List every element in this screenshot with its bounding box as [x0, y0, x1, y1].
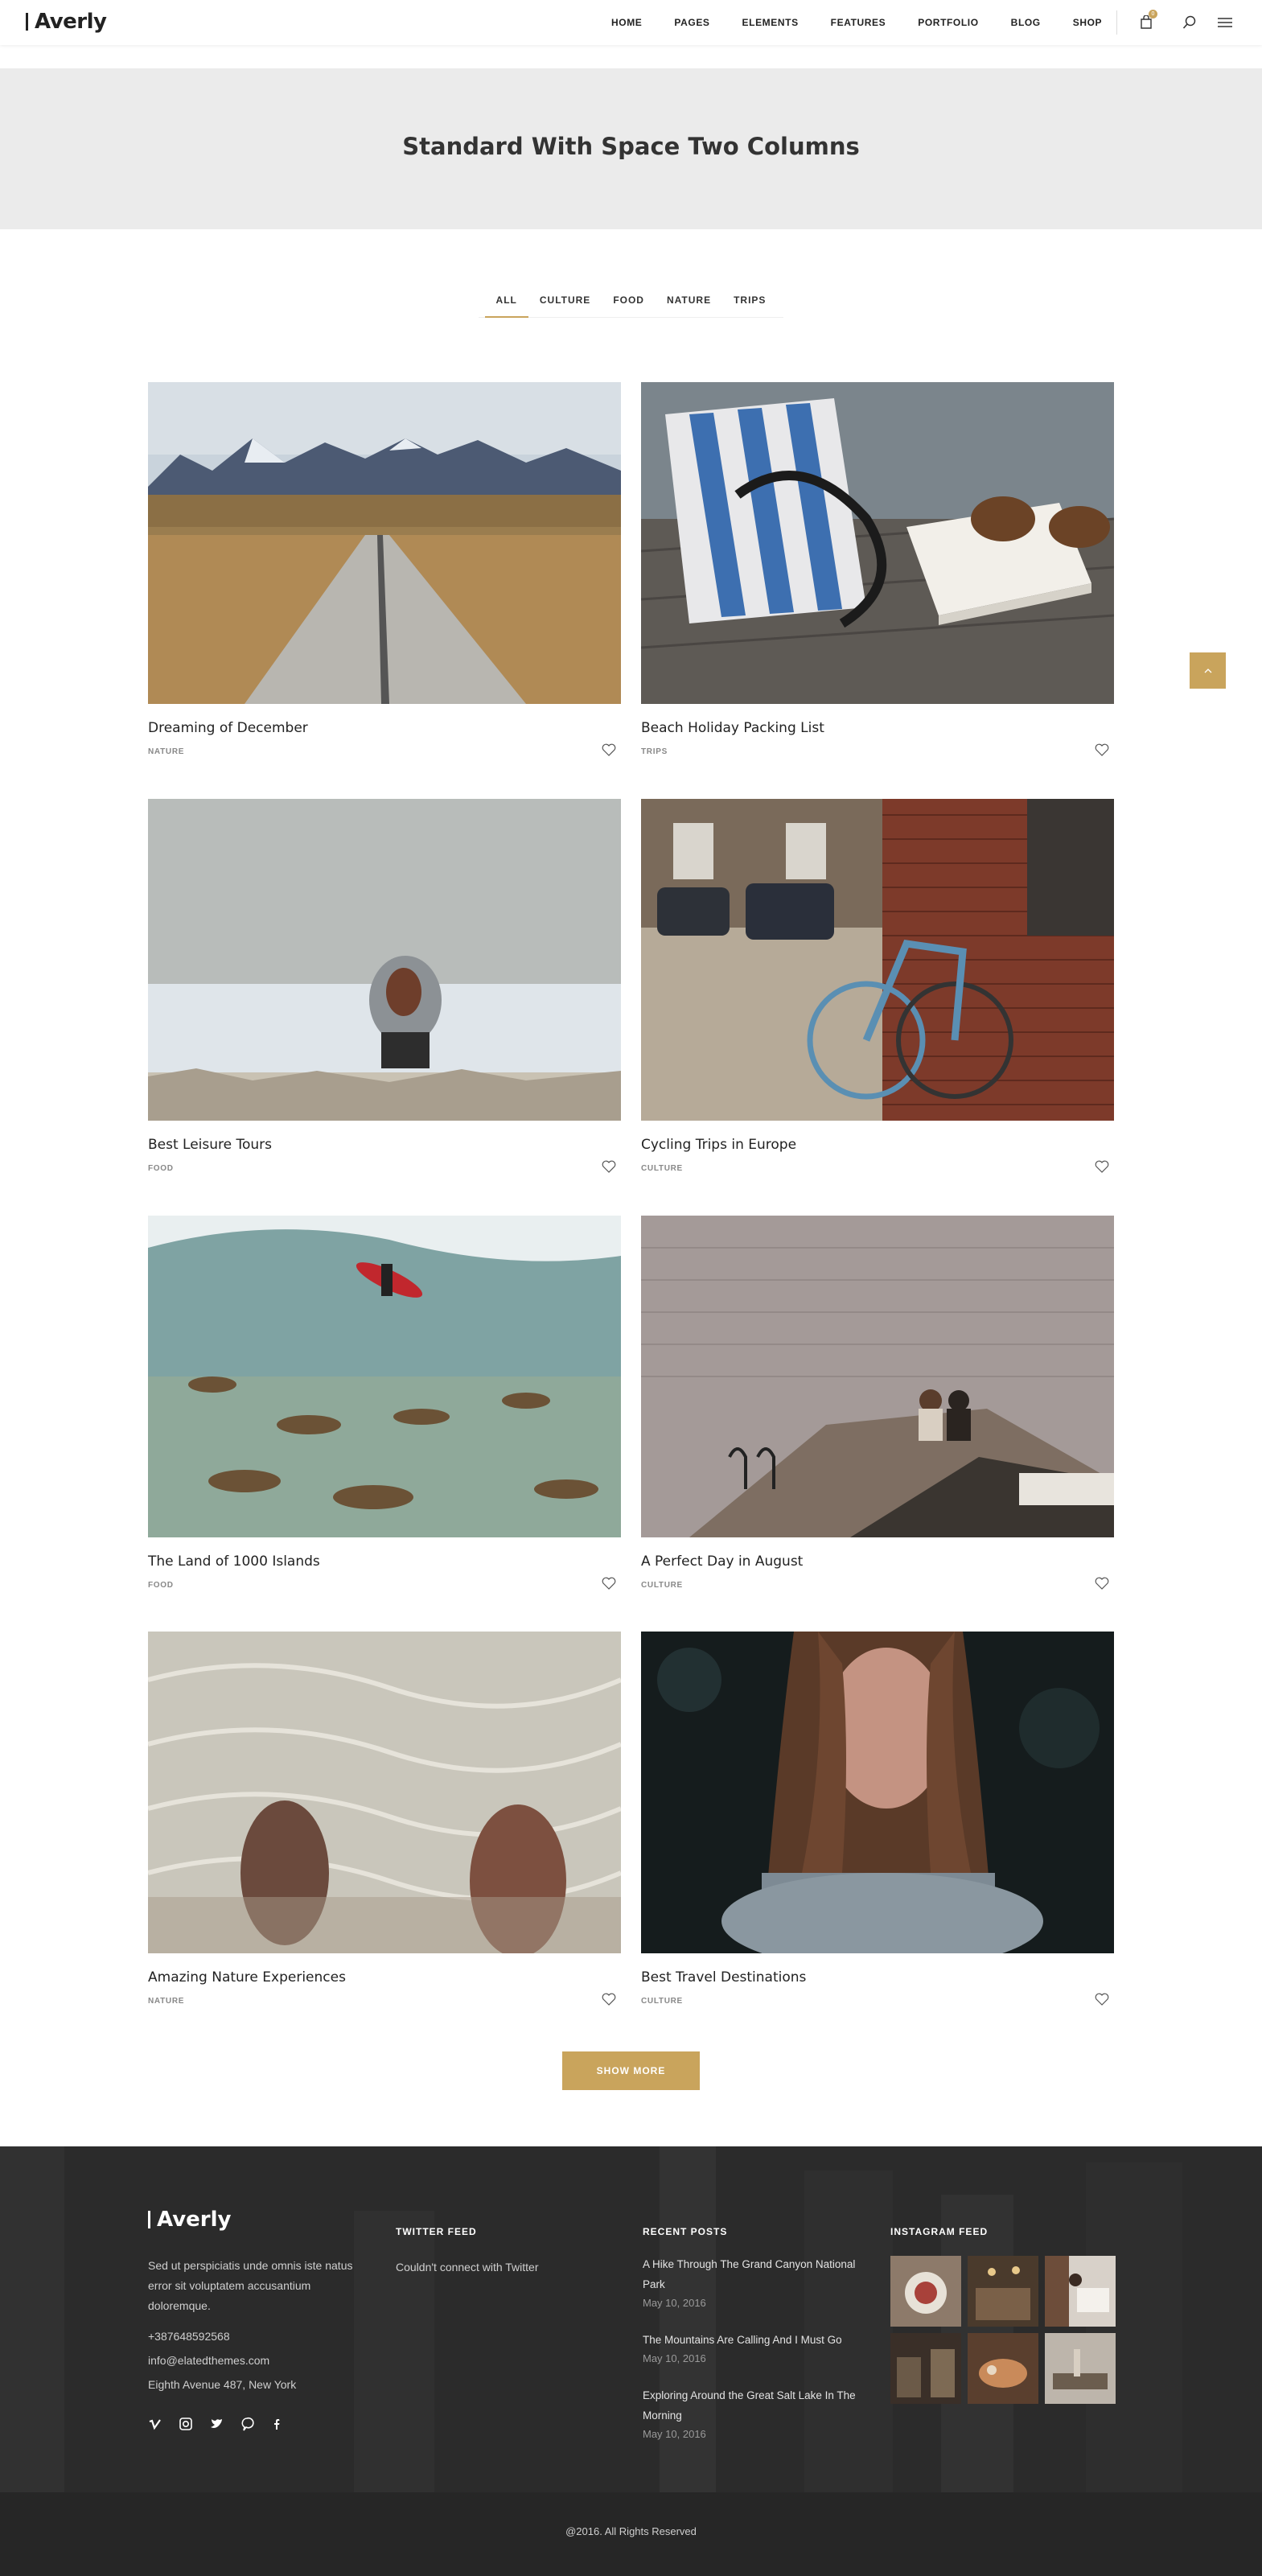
nav-blog[interactable]: BLOG: [995, 17, 1057, 28]
page-title: Standard With Space Two Columns: [402, 133, 860, 160]
heart-icon[interactable]: [1095, 743, 1109, 756]
post-category[interactable]: CULTURE: [641, 1581, 1114, 1590]
post-title[interactable]: A Perfect Day in August: [641, 1553, 1114, 1570]
post-category[interactable]: CULTURE: [641, 1164, 1114, 1173]
post-card: The Land of 1000 Islands FOOD: [148, 1216, 621, 1590]
twitter-feed-heading: TWITTER FEED: [396, 2226, 477, 2237]
filter-food[interactable]: FOOD: [602, 291, 656, 317]
post-title[interactable]: Cycling Trips in Europe: [641, 1137, 1114, 1153]
title-band: Standard With Space Two Columns: [0, 68, 1262, 229]
vimeo-icon[interactable]: [148, 2417, 162, 2431]
twitter-icon[interactable]: [209, 2417, 224, 2431]
search-icon[interactable]: [1180, 13, 1199, 32]
post-image[interactable]: [641, 382, 1114, 704]
footer-phone[interactable]: +38764859256​8: [148, 2327, 230, 2347]
back-to-top-button[interactable]: [1190, 652, 1226, 689]
main-nav: HOME PAGES ELEMENTS FEATURES PORTFOLIO B…: [595, 0, 1118, 45]
instagram-photo[interactable]: [890, 2256, 961, 2327]
post-image[interactable]: [641, 1216, 1114, 1537]
instagram-photo[interactable]: [1045, 2256, 1116, 2327]
post-image[interactable]: [641, 799, 1114, 1121]
nav-shop[interactable]: SHOP: [1057, 17, 1118, 28]
post-title[interactable]: Amazing Nature Experiences: [148, 1969, 621, 1985]
footer-about: Sed ut perspiciatis unde omnis iste natu…: [148, 2259, 353, 2312]
recent-post-title[interactable]: Exploring Around the Great Salt Lake In …: [643, 2385, 876, 2426]
nav-features[interactable]: FEATURES: [815, 17, 902, 28]
instagram-icon[interactable]: [179, 2417, 193, 2431]
heart-icon[interactable]: [602, 743, 616, 756]
portfolio-filter: ALL CULTURE FOOD NATURE TRIPS: [0, 291, 1262, 318]
cart-count-badge: 0: [1149, 10, 1157, 19]
filter-trips[interactable]: TRIPS: [722, 291, 777, 317]
menu-icon[interactable]: [1215, 13, 1235, 32]
logo[interactable]: Averly: [26, 10, 107, 34]
post-image[interactable]: [641, 1632, 1114, 1953]
instagram-photo[interactable]: [968, 2256, 1038, 2327]
post-image[interactable]: [148, 799, 621, 1121]
post-card: Dreaming of December NATURE: [148, 382, 621, 756]
pinterest-icon[interactable]: [240, 2417, 254, 2431]
post-category[interactable]: CULTURE: [641, 1997, 1114, 2006]
heart-icon[interactable]: [602, 1577, 616, 1590]
nav-pages[interactable]: PAGES: [658, 17, 726, 28]
copyright: @2016. All Rights Reserved: [565, 2525, 697, 2537]
nav-home[interactable]: HOME: [595, 17, 658, 28]
post-category[interactable]: TRIPS: [641, 747, 1114, 756]
logo-text: Averly: [35, 10, 107, 34]
heart-icon[interactable]: [602, 1993, 616, 2006]
recent-post-date: May 10, 2016: [643, 2352, 706, 2364]
post-image[interactable]: [148, 382, 621, 704]
post-title[interactable]: The Land of 1000 Islands: [148, 1553, 621, 1570]
filter-nature[interactable]: NATURE: [656, 291, 722, 317]
heart-icon[interactable]: [1095, 1577, 1109, 1590]
post-title[interactable]: Beach Holiday Packing List: [641, 720, 1114, 736]
filter-culture[interactable]: CULTURE: [528, 291, 602, 317]
facebook-icon[interactable]: [270, 2417, 285, 2431]
footer-address: Eighth Avenue 487, New York: [148, 2378, 297, 2391]
post-card: Cycling Trips in Europe CULTURE: [641, 799, 1114, 1173]
recent-post-title[interactable]: The Mountains Are Calling And I Must Go: [643, 2330, 876, 2350]
post-image[interactable]: [148, 1632, 621, 1953]
post-category[interactable]: NATURE: [148, 747, 621, 756]
post-category[interactable]: NATURE: [148, 1997, 621, 2006]
footer-logo-text: Averly: [157, 2208, 232, 2232]
nav-portfolio[interactable]: PORTFOLIO: [902, 17, 994, 28]
site-header: Averly HOME PAGES ELEMENTS FEATURES PORT…: [0, 0, 1262, 45]
chevron-up-icon: [1204, 668, 1211, 673]
post-title[interactable]: Dreaming of December: [148, 720, 621, 736]
footer-logo[interactable]: Averly: [148, 2208, 231, 2232]
nav-elements[interactable]: ELEMENTS: [726, 17, 815, 28]
post-card: Best Travel Destinations CULTURE: [641, 1632, 1114, 2006]
recent-posts-heading: RECENT POSTS: [643, 2226, 728, 2237]
post-category[interactable]: FOOD: [148, 1581, 621, 1590]
heart-icon[interactable]: [1095, 1993, 1109, 2006]
post-card: Beach Holiday Packing List TRIPS: [641, 382, 1114, 756]
filter-all[interactable]: ALL: [484, 291, 529, 318]
post-card: A Perfect Day in August CULTURE: [641, 1216, 1114, 1590]
instagram-photo[interactable]: [890, 2333, 961, 2404]
instagram-feed-heading: INSTAGRAM FEED: [890, 2226, 989, 2237]
recent-post-title[interactable]: A Hike Through The Grand Canyon National…: [643, 2254, 876, 2294]
recent-post-date: May 10, 2016: [643, 2428, 706, 2440]
twitter-feed-text: Couldn't connect with Twitter: [396, 2261, 539, 2274]
show-more-button[interactable]: SHOW MORE: [562, 2051, 700, 2090]
post-category[interactable]: FOOD: [148, 1164, 621, 1173]
footer-email[interactable]: info@elatedthemes.com: [148, 2351, 269, 2371]
post-title[interactable]: Best Travel Destinations: [641, 1969, 1114, 1985]
recent-post-date: May 10, 2016: [643, 2297, 706, 2309]
heart-icon[interactable]: [1095, 1160, 1109, 1173]
post-title[interactable]: Best Leisure Tours: [148, 1137, 621, 1153]
post-card: Best Leisure Tours FOOD: [148, 799, 621, 1173]
post-card: Amazing Nature Experiences NATURE: [148, 1632, 621, 2006]
nav-divider: [1116, 10, 1117, 35]
instagram-photo[interactable]: [968, 2333, 1038, 2404]
cart-icon[interactable]: 0: [1137, 10, 1157, 32]
instagram-photo[interactable]: [1045, 2333, 1116, 2404]
heart-icon[interactable]: [602, 1160, 616, 1173]
post-image[interactable]: [148, 1216, 621, 1537]
site-footer: Averly Sed ut perspiciatis unde omnis is…: [0, 2146, 1262, 2576]
